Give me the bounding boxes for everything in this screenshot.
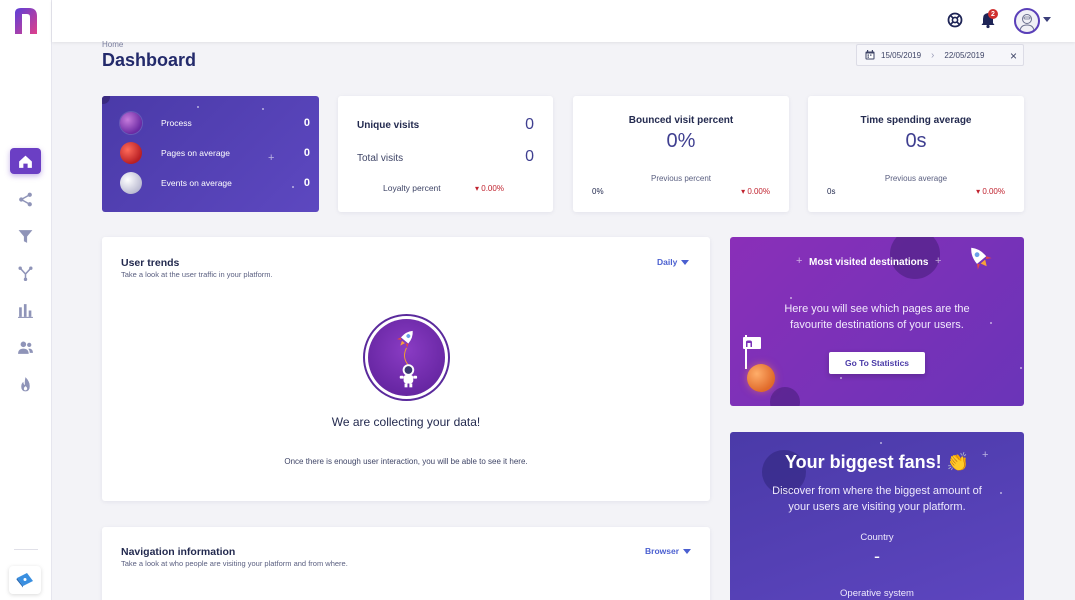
time-spending-title: Time spending average (860, 115, 972, 126)
help-icon[interactable] (946, 11, 964, 29)
date-start[interactable]: 15/05/2019 (881, 51, 921, 60)
summary-value: 0 (303, 117, 310, 129)
chevron-down-icon[interactable] (1043, 17, 1051, 22)
empty-state-title: We are collecting your data! (331, 415, 481, 429)
summary-label: Process (161, 118, 192, 128)
browser-dropdown[interactable]: Browser (645, 546, 691, 556)
daily-dropdown[interactable]: Daily (657, 257, 689, 267)
nav-flows[interactable] (10, 260, 41, 286)
country-label: Country (860, 532, 894, 543)
navigation-info-card: Navigation information Take a look at wh… (102, 527, 710, 600)
bounced-delta: 0.00% (741, 187, 770, 196)
planet-purple-icon (120, 112, 142, 134)
date-range-picker[interactable]: 15/05/2019 › 22/05/2019 × (856, 44, 1024, 66)
summary-label: Pages on average (161, 148, 230, 158)
close-icon[interactable]: × (1010, 49, 1017, 63)
unique-visits-label: Unique visits (357, 120, 420, 131)
astronaut-illustration (363, 314, 450, 401)
bounced-value: 0% (666, 130, 696, 152)
loyalty-label: Loyalty percent (383, 183, 441, 193)
sidebar (0, 0, 52, 600)
fans-card: + Your biggest fans! 👏 Discover from whe… (730, 432, 1024, 600)
summary-label: Events on average (161, 178, 232, 188)
loyalty-delta: 0.00% (475, 184, 504, 193)
breadcrumb[interactable]: Home (102, 40, 123, 49)
summary-row-process: Process 0 (120, 111, 310, 135)
summary-value: 0 (303, 147, 310, 159)
empty-state-text: Once there is enough user interaction, y… (284, 457, 528, 466)
time-spending-value: 0s (905, 130, 927, 152)
nav-users[interactable] (10, 334, 41, 360)
previous-average-value: 0s (827, 187, 836, 196)
widget-button[interactable] (9, 566, 41, 594)
users-icon (18, 341, 33, 354)
summary-row-pages: Pages on average 0 (120, 141, 310, 165)
filter-icon (18, 229, 33, 243)
previous-percent-label: Previous percent (650, 174, 712, 183)
rocket-icon (971, 247, 992, 270)
chevron-right-icon: › (931, 49, 935, 61)
total-visits-label: Total visits (357, 153, 404, 164)
bounced-title: Bounced visit percent (628, 115, 734, 126)
home-icon (19, 155, 32, 168)
country-value: - (874, 546, 880, 566)
ticket-icon (16, 573, 33, 588)
navigation-info-title: Navigation information (121, 546, 236, 558)
go-to-statistics-button[interactable]: Go To Statistics (829, 352, 925, 374)
navigation-info-subtitle: Take a look at who people are visiting y… (121, 559, 348, 568)
previous-average-label: Previous average (884, 174, 948, 183)
destinations-title: Most visited destinations (809, 257, 929, 268)
unique-visits-value: 0 (525, 116, 534, 133)
nav-funnel[interactable] (10, 223, 41, 249)
summary-value: 0 (303, 177, 310, 189)
summary-card: + Process 0 Pages on average 0 Events on… (102, 96, 319, 212)
nav-share[interactable] (10, 186, 41, 212)
planet-white-icon (120, 172, 142, 194)
bounced-card: Bounced visit percent 0% Previous percen… (573, 96, 789, 212)
user-trends-subtitle: Take a look at the user traffic in your … (121, 270, 273, 279)
fans-title: Your biggest fans! 👏 (784, 452, 970, 472)
page-title: Dashboard (102, 50, 197, 70)
nav-hot[interactable] (10, 371, 41, 397)
user-avatar[interactable] (1014, 8, 1040, 34)
notification-badge: 2 (988, 9, 998, 19)
nav-stats[interactable] (10, 297, 41, 323)
user-trends-card: User trends Take a look at the user traf… (102, 237, 710, 501)
rocket-astronaut-icon (397, 330, 418, 388)
operative-system-label: Operative system (840, 588, 914, 599)
sidebar-divider (14, 549, 38, 550)
fans-text: Discover from where the biggest amount o… (772, 485, 982, 513)
time-spending-delta: 0.00% (976, 187, 1005, 196)
app-logo[interactable] (13, 7, 39, 35)
merge-icon (18, 265, 33, 281)
user-trends-title: User trends (121, 257, 180, 269)
time-spending-card: Time spending average 0s Previous averag… (808, 96, 1024, 212)
sparkle-icon: + (935, 255, 942, 267)
sparkle-icon: + (796, 255, 803, 267)
share-icon (19, 192, 32, 206)
bar-chart-icon (18, 303, 33, 318)
top-bar (52, 0, 1075, 42)
date-end[interactable]: 22/05/2019 (944, 51, 984, 60)
summary-row-events: Events on average 0 (120, 171, 310, 195)
previous-percent-value: 0% (592, 187, 604, 196)
nav-home[interactable] (10, 148, 41, 174)
planet-orange-icon (747, 364, 775, 392)
flag-icon (743, 337, 761, 349)
destinations-card: + + Most visited destinations Here you w… (730, 237, 1024, 406)
total-visits-value: 0 (525, 148, 534, 165)
fire-icon (21, 376, 30, 391)
calendar-icon (865, 50, 875, 60)
destinations-text: Here you will see which pages are the fa… (784, 303, 970, 331)
planet-red-icon (120, 142, 142, 164)
visits-card: Unique visits 0 Total visits 0 Loyalty p… (338, 96, 553, 212)
